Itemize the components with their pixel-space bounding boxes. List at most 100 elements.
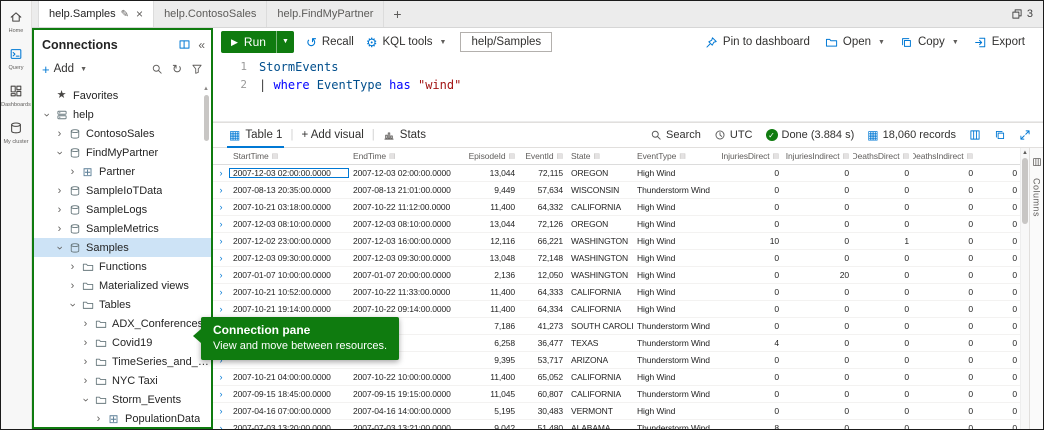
query-editor[interactable]: 1 StormEvents 2 | where EventType has "wind…	[213, 56, 1043, 122]
code-line[interactable]: 1 StormEvents	[213, 58, 1043, 76]
grid-cell[interactable]: 0	[913, 321, 977, 331]
tree-item-populationdata[interactable]: › ⊞ PopulationData	[34, 409, 211, 427]
scroll-up-icon[interactable]: ▲	[1021, 150, 1029, 156]
grid-cell[interactable]: 53,717	[519, 355, 567, 365]
column-header-eventid[interactable]: EventId ▤	[519, 151, 567, 161]
table-row[interactable]: › 2007-12-03 09:30:00.0000 2007-12-03 09:3…	[213, 250, 1021, 267]
grid-cell[interactable]: WASHINGTON	[567, 253, 633, 263]
view-settings-button[interactable]	[969, 129, 981, 141]
grid-cell[interactable]: 2007-08-13 20:35:00.0000	[229, 185, 349, 195]
column-menu-icon[interactable]: ▤	[389, 152, 396, 160]
grid-cell[interactable]: 0	[913, 287, 977, 297]
results-tab-stats[interactable]: Stats	[375, 123, 434, 147]
grid-cell[interactable]: 0	[977, 321, 1021, 331]
grid-cell[interactable]: CALIFORNIA	[567, 389, 633, 399]
tree-item-samplemetrics[interactable]: › SampleMetrics	[34, 219, 211, 238]
rail-item-home[interactable]: Home	[1, 8, 31, 34]
grid-cell[interactable]: 0	[719, 185, 783, 195]
grid-cell[interactable]: 6,258	[469, 338, 519, 348]
table-row[interactable]: › 2007-12-02 23:00:00.0000 2007-12-03 16:0…	[213, 233, 1021, 250]
grid-cell[interactable]: 2007-12-03 02:00:00.0000	[349, 168, 469, 178]
tree-item-partner[interactable]: › ⊞ Partner	[34, 162, 211, 181]
expand-node-icon[interactable]: ›	[66, 166, 79, 178]
grid-cell[interactable]: 5,195	[469, 406, 519, 416]
grid-cell[interactable]: 1	[853, 236, 913, 246]
table-row[interactable]: › 2007-10-21 03:18:00.0000 2007-10-22 11:1…	[213, 199, 1021, 216]
grid-cell[interactable]: 0	[783, 287, 853, 297]
grid-cell[interactable]: High Wind	[633, 236, 719, 246]
grid-cell[interactable]: CALIFORNIA	[567, 304, 633, 314]
grid-cell[interactable]: 0	[783, 202, 853, 212]
export-button[interactable]: Export	[974, 36, 1025, 49]
grid-cell[interactable]: 60,807	[519, 389, 567, 399]
expand-node-icon[interactable]: ›	[53, 223, 66, 235]
grid-cell[interactable]: 2007-12-03 09:30:00.0000	[229, 253, 349, 263]
grid-cell[interactable]: 8	[719, 423, 783, 429]
grid-cell[interactable]: 0	[913, 270, 977, 280]
grid-cell[interactable]: 2007-10-22 11:12:00.0000	[349, 202, 469, 212]
grid-cell[interactable]: 0	[719, 202, 783, 212]
expand-row-icon[interactable]: ›	[213, 202, 229, 212]
grid-cell[interactable]: 0	[783, 185, 853, 195]
grid-cell[interactable]: WISCONSIN	[567, 185, 633, 195]
expand-row-icon[interactable]: ›	[213, 253, 229, 263]
columns-panel-icon[interactable]	[1032, 153, 1042, 171]
grid-cell[interactable]: 0	[719, 270, 783, 280]
grid-cell[interactable]: 0	[977, 338, 1021, 348]
grid-cell[interactable]: ARIZONA	[567, 355, 633, 365]
copy-results-button[interactable]	[994, 129, 1006, 141]
grid-cell[interactable]: TEXAS	[567, 338, 633, 348]
column-header-injuriesdirect[interactable]: InjuriesDirect ▤	[719, 151, 783, 161]
grid-scrollbar[interactable]: ▲	[1020, 148, 1029, 429]
grid-cell[interactable]: High Wind	[633, 270, 719, 280]
column-header-eventtype[interactable]: EventType ▤	[633, 151, 719, 161]
grid-cell[interactable]: 41,273	[519, 321, 567, 331]
column-menu-icon[interactable]: ▤	[593, 152, 600, 160]
grid-cell[interactable]: 2007-07-03 13:21:00.0000	[349, 423, 469, 429]
tree-item-storm-events[interactable]: › Storm_Events	[34, 390, 211, 409]
kql-tools-button[interactable]: ⚙ KQL tools ▼	[366, 36, 447, 49]
search-results-button[interactable]: Search	[650, 129, 701, 141]
grid-cell[interactable]: 0	[719, 372, 783, 382]
column-menu-icon[interactable]: ▤	[966, 152, 973, 160]
grid-cell[interactable]: 0	[853, 270, 913, 280]
grid-cell[interactable]: 0	[913, 389, 977, 399]
open-button[interactable]: Open ▼	[825, 36, 885, 49]
results-tab-add-visual[interactable]: + Add visual	[293, 123, 371, 147]
grid-cell[interactable]: 2007-12-03 09:30:00.0000	[349, 253, 469, 263]
tree-scrollbar[interactable]: ▲	[202, 86, 210, 412]
grid-cell[interactable]: OREGON	[567, 168, 633, 178]
filter-icon[interactable]	[191, 60, 203, 78]
grid-cell[interactable]: High Wind	[633, 253, 719, 263]
grid-cell[interactable]: 0	[853, 406, 913, 416]
grid-cell[interactable]: 0	[853, 355, 913, 365]
grid-cell[interactable]: 2007-08-13 21:01:00.0000	[349, 185, 469, 195]
grid-cell[interactable]: Thunderstorm Wind	[633, 338, 719, 348]
tree-item-samples[interactable]: › Samples	[34, 238, 211, 257]
grid-cell[interactable]: 51,480	[519, 423, 567, 429]
grid-cell[interactable]: 11,400	[469, 287, 519, 297]
grid-cell[interactable]: 0	[977, 355, 1021, 365]
grid-cell[interactable]: Thunderstorm Wind	[633, 185, 719, 195]
grid-cell[interactable]: High Wind	[633, 372, 719, 382]
table-row[interactable]: › 2007-01-07 10:00:00.0000 2007-01-07 20:0…	[213, 267, 1021, 284]
copy-button[interactable]: Copy ▼	[900, 36, 959, 49]
grid-cell[interactable]: 64,333	[519, 287, 567, 297]
grid-cell[interactable]: 0	[719, 406, 783, 416]
grid-cell[interactable]: 2007-09-15 19:15:00.0000	[349, 389, 469, 399]
results-tab-table-1[interactable]: ▦ Table 1	[221, 123, 290, 148]
tree-item-tables[interactable]: › Tables	[34, 295, 211, 314]
grid-cell[interactable]: High Wind	[633, 202, 719, 212]
grid-cell[interactable]: 0	[783, 355, 853, 365]
grid-cell[interactable]: 2007-01-07 20:00:00.0000	[349, 270, 469, 280]
grid-cell[interactable]: High Wind	[633, 219, 719, 229]
expand-node-icon[interactable]: ›	[66, 261, 79, 273]
search-connections-icon[interactable]	[151, 60, 163, 78]
table-row[interactable]: › 2007-04-16 07:00:00.0000 2007-04-16 14:0…	[213, 403, 1021, 420]
expand-node-icon[interactable]: ›	[66, 280, 79, 292]
grid-cell[interactable]: 11,400	[469, 304, 519, 314]
grid-cell[interactable]: 0	[977, 389, 1021, 399]
tree-item-nyc-taxi[interactable]: › NYC Taxi	[34, 371, 211, 390]
grid-cell[interactable]: 2007-09-15 18:45:00.0000	[229, 389, 349, 399]
grid-cell[interactable]: 10	[719, 236, 783, 246]
